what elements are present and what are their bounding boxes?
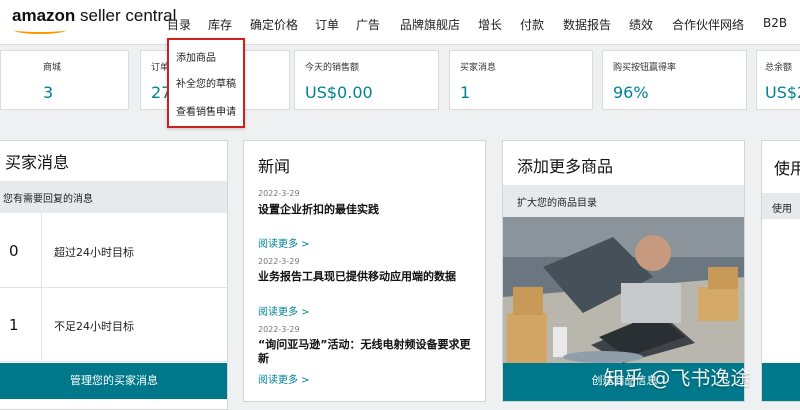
- metric-label: 总余额: [765, 63, 793, 73]
- news-title[interactable]: 业务报告工具现已提供移动应用端的数据: [258, 270, 476, 284]
- logo-product: seller central: [75, 6, 177, 25]
- manage-buyer-messages-button[interactable]: 管理您的买家消息: [0, 363, 227, 399]
- news-date: 2022-3-29: [258, 257, 300, 266]
- nav-reports[interactable]: 数据报告: [563, 16, 611, 33]
- news-read-more-link[interactable]: 阅读更多 >: [258, 371, 310, 386]
- card-title: 使用: [774, 159, 800, 178]
- metric-label: 商城: [43, 63, 62, 73]
- next-card: 使用 使用: [761, 140, 800, 402]
- menu-item-view-selling-applications[interactable]: 查看销售申请: [176, 103, 236, 118]
- metric-marketplaces[interactable]: 商城 3: [0, 50, 129, 110]
- card-title: 买家消息: [5, 153, 70, 172]
- message-count: 0: [9, 242, 19, 260]
- catalog-dropdown-menu: 添加商品 补全您的草稿 查看销售申请: [167, 38, 245, 128]
- product-listing-photo: [503, 217, 744, 363]
- metric-label: 买家消息: [460, 63, 497, 73]
- row-divider: [41, 287, 42, 361]
- nav-b2b[interactable]: B2B: [763, 16, 787, 30]
- next-card-button[interactable]: [762, 363, 800, 401]
- buyer-messages-subtitle: 您有需要回复的消息: [3, 194, 93, 205]
- add-products-subheader: 扩大您的商品目录: [503, 185, 744, 217]
- nav-partner-network[interactable]: 合作伙伴网络: [672, 16, 744, 33]
- news-read-more-link[interactable]: 阅读更多 >: [258, 303, 310, 318]
- top-navigation-bar: amazon seller central 目录 库存 确定价格 订单 广告 品…: [0, 0, 800, 45]
- nav-performance[interactable]: 绩效: [629, 16, 653, 33]
- nav-pricing[interactable]: 确定价格: [250, 16, 298, 33]
- news-title[interactable]: “询问亚马逊”活动：无线电射频设备要求更新: [258, 338, 476, 366]
- message-row-under-24h[interactable]: 1 不足24小时目标: [0, 287, 227, 362]
- nav-stores[interactable]: 品牌旗舰店: [400, 16, 460, 33]
- message-row-label: 不足24小时目标: [54, 320, 134, 333]
- menu-item-add-products[interactable]: 添加商品: [176, 49, 216, 64]
- metric-buyer-messages[interactable]: 买家消息 1: [449, 50, 593, 110]
- metric-todays-sales[interactable]: 今天的销售额 US$0.00: [294, 50, 439, 110]
- message-row-over-24h[interactable]: 0 超过24小时目标: [0, 213, 227, 288]
- metric-buy-box-win-rate[interactable]: 购买按钮赢得率 96%: [602, 50, 747, 110]
- zhihu-watermark: 知乎 @飞书逸途: [604, 366, 751, 390]
- nav-growth[interactable]: 增长: [478, 16, 502, 33]
- news-date: 2022-3-29: [258, 189, 300, 198]
- news-read-more-link[interactable]: 阅读更多 >: [258, 235, 310, 250]
- news-date: 2022-3-29: [258, 325, 300, 334]
- card-title: 新闻: [258, 157, 291, 176]
- message-count: 1: [9, 316, 19, 334]
- amazon-smile-icon: [14, 26, 66, 34]
- news-title[interactable]: 设置企业折扣的最佳实践: [258, 203, 476, 217]
- metric-value: 3: [43, 83, 54, 102]
- metric-total-balance[interactable]: 总余额 US$2: [756, 50, 800, 110]
- nav-inventory[interactable]: 库存: [208, 16, 232, 33]
- news-card: 新闻 2022-3-29 设置企业折扣的最佳实践 阅读更多 > 2022-3-2…: [243, 140, 486, 402]
- metric-value: US$2: [765, 83, 800, 102]
- buyer-messages-card: 买家消息 您有需要回复的消息 0 超过24小时目标 1 不足24小时目标 管理您…: [0, 140, 228, 410]
- laptop-workspace-illustration: [503, 217, 744, 363]
- metric-label: 购买按钮赢得率: [613, 63, 677, 73]
- row-divider: [41, 213, 42, 287]
- metric-value: 96%: [613, 83, 649, 102]
- metric-value: 1: [460, 83, 471, 102]
- menu-item-complete-drafts[interactable]: 补全您的草稿: [176, 75, 236, 90]
- card-title: 添加更多商品: [517, 157, 614, 176]
- message-row-label: 超过24小时目标: [54, 246, 134, 259]
- buyer-messages-subheader: 您有需要回复的消息: [0, 181, 227, 213]
- add-products-subtitle: 扩大您的商品目录: [517, 198, 597, 209]
- nav-payments[interactable]: 付款: [520, 16, 544, 33]
- logo-brand: amazon: [12, 6, 76, 25]
- nav-advertising[interactable]: 广告: [356, 16, 380, 33]
- metric-value: US$0.00: [305, 83, 373, 102]
- next-card-subheader: 使用: [762, 193, 800, 219]
- next-card-subtitle: 使用: [772, 204, 792, 215]
- metric-label: 今天的销售额: [305, 63, 360, 73]
- amazon-seller-central-logo[interactable]: amazon seller central: [12, 6, 176, 26]
- nav-catalog[interactable]: 目录: [167, 16, 191, 33]
- nav-orders[interactable]: 订单: [315, 16, 339, 33]
